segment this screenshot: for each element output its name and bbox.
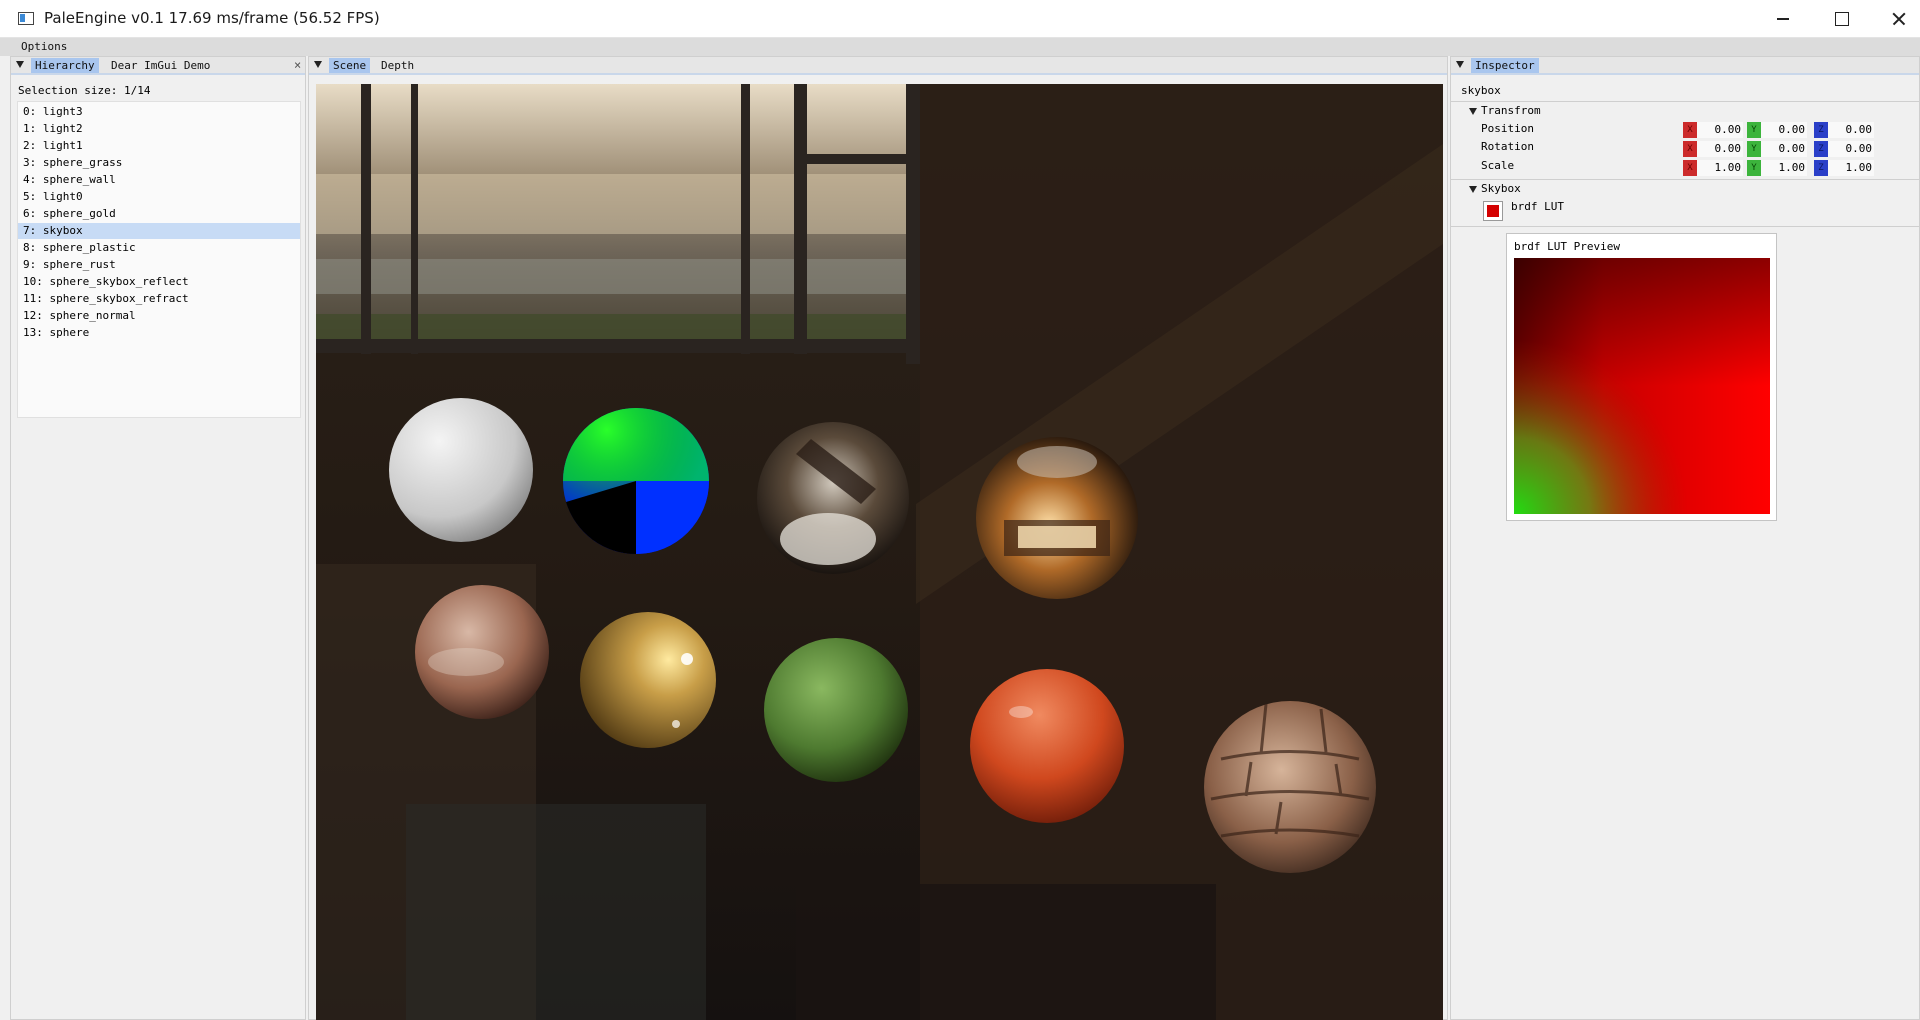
scale-x-field[interactable]: X 1.00 (1683, 160, 1743, 176)
z-axis-tag: Z (1814, 160, 1828, 176)
scene-tabbar: Scene Depth (309, 57, 1447, 75)
position-x-field[interactable]: X 0.00 (1683, 122, 1743, 138)
selection-size-label: Selection size: 1/14 (18, 84, 151, 97)
close-icon[interactable]: × (294, 58, 301, 72)
tab-dear-imgui-demo[interactable]: Dear ImGui Demo (107, 58, 214, 73)
rotation-x-field[interactable]: X 0.00 (1683, 141, 1743, 157)
sphere-normal (563, 408, 709, 555)
brdf-lut-image (1514, 258, 1770, 514)
inspector-panel: Inspector skybox Transfrom Position Rota… (1450, 56, 1920, 1020)
hierarchy-item[interactable]: 5: light0 (18, 189, 300, 205)
hierarchy-tabbar: Hierarchy Dear ImGui Demo × (11, 57, 305, 75)
x-axis-tag: X (1683, 141, 1697, 157)
dock-menu-arrow-icon[interactable] (314, 61, 322, 68)
sphere-white (389, 398, 533, 542)
hierarchy-item[interactable]: 9: sphere_rust (18, 257, 300, 273)
divider (1451, 226, 1920, 227)
rotation-z-value: 0.00 (1845, 142, 1873, 155)
y-axis-tag: Y (1747, 141, 1761, 157)
scale-x-value: 1.00 (1714, 161, 1742, 174)
z-axis-tag: Z (1814, 141, 1828, 157)
position-x-value: 0.00 (1714, 123, 1742, 136)
hierarchy-item[interactable]: 11: sphere_skybox_refract (18, 291, 300, 307)
hierarchy-item[interactable]: 12: sphere_normal (18, 308, 300, 324)
hierarchy-list: 0: light3 1: light2 2: light1 3: sphere_gra… (17, 101, 301, 418)
x-axis-tag: X (1683, 160, 1697, 176)
sphere-gold (580, 612, 716, 748)
hierarchy-item[interactable]: 6: sphere_gold (18, 206, 300, 222)
sphere-skybox-reflect (976, 437, 1138, 599)
hierarchy-item[interactable]: 4: sphere_wall (18, 172, 300, 188)
scale-y-field[interactable]: Y 1.00 (1747, 160, 1807, 176)
tab-inspector[interactable]: Inspector (1471, 58, 1539, 73)
hierarchy-item[interactable]: 8: sphere_plastic (18, 240, 300, 256)
rotation-z-field[interactable]: Z 0.00 (1814, 141, 1874, 157)
object-name: skybox (1461, 84, 1501, 97)
hierarchy-item[interactable]: 10: sphere_skybox_reflect (18, 274, 300, 290)
transform-header[interactable]: Transfrom (1481, 104, 1541, 117)
divider (1451, 179, 1920, 180)
sphere-grass (764, 638, 908, 782)
hierarchy-item[interactable]: 13: sphere (18, 325, 300, 341)
divider (1451, 101, 1920, 102)
hierarchy-item[interactable]: 7: skybox (18, 223, 300, 239)
scale-label: Scale (1481, 159, 1515, 172)
z-axis-tag: Z (1814, 122, 1828, 138)
hierarchy-item[interactable]: 0: light3 (18, 104, 300, 120)
sphere-wall (1204, 701, 1376, 873)
y-axis-tag: Y (1747, 160, 1761, 176)
inspector-tabbar: Inspector (1451, 57, 1919, 75)
skybox-header[interactable]: Skybox (1481, 182, 1521, 195)
position-z-value: 0.00 (1845, 123, 1873, 136)
hierarchy-item[interactable]: 2: light1 (18, 138, 300, 154)
x-axis-tag: X (1683, 122, 1697, 138)
rotation-x-value: 0.00 (1714, 142, 1742, 155)
scale-z-field[interactable]: Z 1.00 (1814, 160, 1874, 176)
window-titlebar: PaleEngine v0.1 17.69 ms/frame (56.52 FP… (0, 0, 1920, 38)
rotation-y-field[interactable]: Y 0.00 (1747, 141, 1807, 157)
brdf-lut-preview: brdf LUT Preview (1506, 233, 1777, 521)
window-title: PaleEngine v0.1 17.69 ms/frame (56.52 FP… (44, 9, 380, 27)
scale-z-value: 1.00 (1845, 161, 1873, 174)
minimize-button[interactable] (1754, 0, 1812, 38)
menu-options[interactable]: Options (21, 40, 67, 53)
position-z-field[interactable]: Z 0.00 (1814, 122, 1874, 138)
position-label: Position (1481, 122, 1534, 135)
texture-swatch-button[interactable] (1483, 201, 1503, 221)
hierarchy-item[interactable]: 1: light2 (18, 121, 300, 137)
dock-menu-arrow-icon[interactable] (16, 61, 24, 68)
tab-scene[interactable]: Scene (329, 58, 371, 73)
scale-y-value: 1.00 (1778, 161, 1806, 174)
close-window-button[interactable] (1870, 0, 1920, 38)
preview-title: brdf LUT Preview (1514, 240, 1620, 253)
rotation-label: Rotation (1481, 140, 1534, 153)
rotation-y-value: 0.00 (1778, 142, 1806, 155)
maximize-button[interactable] (1812, 0, 1870, 38)
dock-menu-arrow-icon[interactable] (1456, 61, 1464, 68)
tab-hierarchy[interactable]: Hierarchy (31, 58, 99, 73)
tab-depth[interactable]: Depth (377, 58, 418, 73)
y-axis-tag: Y (1747, 122, 1761, 138)
position-y-value: 0.00 (1778, 123, 1806, 136)
hierarchy-item[interactable]: 3: sphere_grass (18, 155, 300, 171)
collapse-arrow-icon[interactable] (1469, 108, 1477, 115)
scene-panel: Scene Depth (308, 56, 1448, 1020)
menu-bar: Options (0, 38, 1920, 56)
hierarchy-panel: Hierarchy Dear ImGui Demo × Selection si… (10, 56, 306, 1020)
sphere-rust (415, 585, 549, 719)
scene-render (316, 84, 1443, 1020)
sphere-plastic (970, 669, 1124, 823)
collapse-arrow-icon[interactable] (1469, 186, 1477, 193)
position-y-field[interactable]: Y 0.00 (1747, 122, 1807, 138)
brdf-lut-label: brdf LUT (1511, 200, 1564, 213)
scene-viewport[interactable] (316, 84, 1443, 1020)
app-icon (18, 12, 34, 25)
sphere-skybox-refract (757, 422, 909, 574)
